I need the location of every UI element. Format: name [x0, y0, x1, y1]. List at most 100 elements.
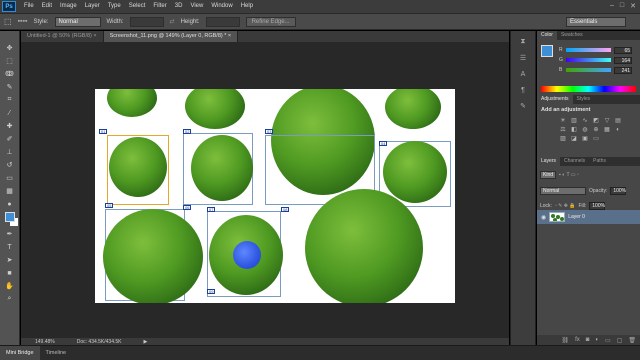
brush-tool-icon[interactable]: ✐	[3, 134, 16, 144]
green-value[interactable]: 164	[614, 56, 632, 64]
status-arrow-icon[interactable]: ▶	[144, 339, 148, 345]
threshold-icon[interactable]: ◪	[570, 135, 578, 142]
brightness-icon[interactable]: ☀	[559, 117, 567, 124]
menu-file[interactable]: File	[20, 0, 38, 13]
vibrance-icon[interactable]: ▽	[603, 117, 611, 124]
fill-value[interactable]: 100%	[589, 202, 606, 210]
eyedropper-tool-icon[interactable]: ⁄	[3, 108, 16, 118]
height-input[interactable]	[205, 16, 240, 27]
style-select[interactable]: Normal	[54, 16, 101, 27]
menu-view[interactable]: View	[186, 0, 207, 13]
layer-row[interactable]: ◉ Layer 0	[537, 210, 640, 224]
clone-stamp-tool-icon[interactable]: ⊥	[3, 147, 16, 157]
levels-icon[interactable]: ▥	[570, 117, 578, 124]
tab-color[interactable]: Color	[537, 31, 557, 40]
tab-layers[interactable]: Layers	[537, 157, 561, 166]
tab-styles[interactable]: Styles	[573, 95, 595, 104]
marquee-tool-preset-icon[interactable]: ⬚	[4, 17, 12, 26]
color-lookup-icon[interactable]: ▦	[603, 126, 611, 133]
layer-kind-filter[interactable]: Kind	[540, 171, 557, 179]
invert-icon[interactable]: ◐	[614, 126, 622, 133]
pen-tool-icon[interactable]: ✒	[3, 229, 16, 239]
refine-edge-button[interactable]: Refine Edge...	[245, 16, 296, 27]
mask-icon[interactable]: ◙	[586, 337, 590, 343]
opacity-value[interactable]: 100%	[610, 187, 627, 195]
character-icon[interactable]: A	[517, 69, 529, 79]
blue-value[interactable]: 241	[614, 66, 632, 74]
posterize-icon[interactable]: ▨	[559, 135, 567, 142]
brush-presets-icon[interactable]: ✎	[517, 101, 529, 111]
black-white-icon[interactable]: ◧	[570, 126, 578, 133]
type-tool-icon[interactable]: T	[3, 242, 16, 252]
path-selection-tool-icon[interactable]: ➤	[3, 255, 16, 265]
lock-icons[interactable]: ▫ ✎ ✥ 🔒	[555, 203, 576, 209]
hue-saturation-icon[interactable]: ▤	[614, 117, 622, 124]
photo-filter-icon[interactable]: ◍	[581, 126, 589, 133]
fx-icon[interactable]: fx	[575, 337, 580, 343]
menu-help[interactable]: Help	[237, 0, 257, 13]
tab-adjustments[interactable]: Adjustments	[537, 95, 573, 104]
tab-mini-bridge[interactable]: Mini Bridge	[0, 345, 40, 360]
crop-tool-icon[interactable]: ⌗	[3, 95, 16, 105]
tab-paths[interactable]: Paths	[589, 157, 610, 166]
minimize-button[interactable]: –	[610, 2, 614, 10]
history-icon[interactable]: ⧗	[517, 37, 529, 47]
adjustment-layer-icon[interactable]: ◐	[595, 337, 599, 343]
blue-slider[interactable]	[566, 68, 611, 72]
menu-filter[interactable]: Filter	[149, 0, 170, 13]
tab-swatches[interactable]: Swatches	[557, 31, 587, 40]
properties-icon[interactable]: ☰	[517, 53, 529, 63]
zoom-tool-icon[interactable]: ⌕	[3, 294, 16, 304]
menu-select[interactable]: Select	[125, 0, 150, 13]
menu-layer[interactable]: Layer	[81, 0, 104, 13]
move-tool-icon[interactable]: ✥	[3, 43, 16, 53]
curves-icon[interactable]: ∿	[581, 117, 589, 124]
red-value[interactable]: 65	[614, 46, 632, 54]
close-button[interactable]: ✕	[630, 2, 636, 10]
filter-icons[interactable]: ▪ ◐ T ▭ ▫	[559, 172, 579, 178]
color-panel-foreground-swatch[interactable]	[541, 45, 553, 57]
lasso-tool-icon[interactable]: ↂ	[3, 69, 16, 79]
foreground-color-swatch[interactable]	[5, 212, 15, 222]
gradient-map-icon[interactable]: ▭	[592, 135, 600, 142]
selective-color-icon[interactable]: ▣	[581, 135, 589, 142]
tab-timeline[interactable]: Timeline	[40, 346, 73, 360]
visibility-eye-icon[interactable]: ◉	[541, 214, 546, 221]
menu-3d[interactable]: 3D	[171, 0, 187, 13]
new-layer-icon[interactable]: ▢	[617, 337, 623, 344]
tab-untitled-1[interactable]: Untitled-1 @ 50% (RGB/8) ×	[21, 31, 104, 42]
menu-type[interactable]: Type	[104, 0, 125, 13]
width-input[interactable]	[129, 16, 164, 27]
layer-name[interactable]: Layer 0	[568, 214, 585, 220]
paragraph-icon[interactable]: ¶	[517, 85, 529, 95]
workspace-select[interactable]: Essentials	[566, 17, 626, 27]
tab-channels[interactable]: Channels	[560, 157, 589, 166]
tab-screenshot-11[interactable]: Screenshot_11.png @ 149% (Layer 0, RGB/8…	[103, 31, 239, 42]
link-layers-icon[interactable]: ⛓	[561, 337, 569, 344]
menu-image[interactable]: Image	[56, 0, 81, 13]
group-icon[interactable]: ▭	[605, 337, 611, 344]
channel-mixer-icon[interactable]: ⊕	[592, 126, 600, 133]
shape-tool-icon[interactable]: ■	[3, 268, 16, 278]
image-canvas[interactable]: 01 02 03 04 05 06 07 08 09	[95, 89, 455, 303]
green-slider[interactable]	[566, 58, 611, 62]
quick-select-tool-icon[interactable]: ✎	[3, 82, 16, 92]
history-brush-tool-icon[interactable]: ↺	[3, 160, 16, 170]
red-slider[interactable]	[566, 48, 611, 52]
maximize-button[interactable]: □	[620, 2, 624, 10]
swap-icon[interactable]: ⇄	[170, 18, 175, 25]
gradient-tool-icon[interactable]: ▦	[3, 186, 16, 196]
eraser-tool-icon[interactable]: ▭	[3, 173, 16, 183]
blend-mode-select[interactable]: Normal	[540, 187, 586, 195]
menu-edit[interactable]: Edit	[38, 0, 56, 13]
marquee-tool-icon[interactable]: ⬚	[3, 56, 16, 66]
color-spectrum-bar[interactable]	[541, 86, 636, 92]
dodge-tool-icon[interactable]: ●	[3, 199, 16, 209]
healing-tool-icon[interactable]: ✚	[3, 121, 16, 131]
exposure-icon[interactable]: ◩	[592, 117, 600, 124]
color-balance-icon[interactable]: ⚖	[559, 126, 567, 133]
trash-icon[interactable]: 🗑	[628, 337, 636, 344]
selection-mode-icons[interactable]: ▪▪▪▪	[18, 18, 28, 25]
hand-tool-icon[interactable]: ✋	[3, 281, 16, 291]
zoom-level[interactable]: 149.48%	[35, 339, 55, 345]
